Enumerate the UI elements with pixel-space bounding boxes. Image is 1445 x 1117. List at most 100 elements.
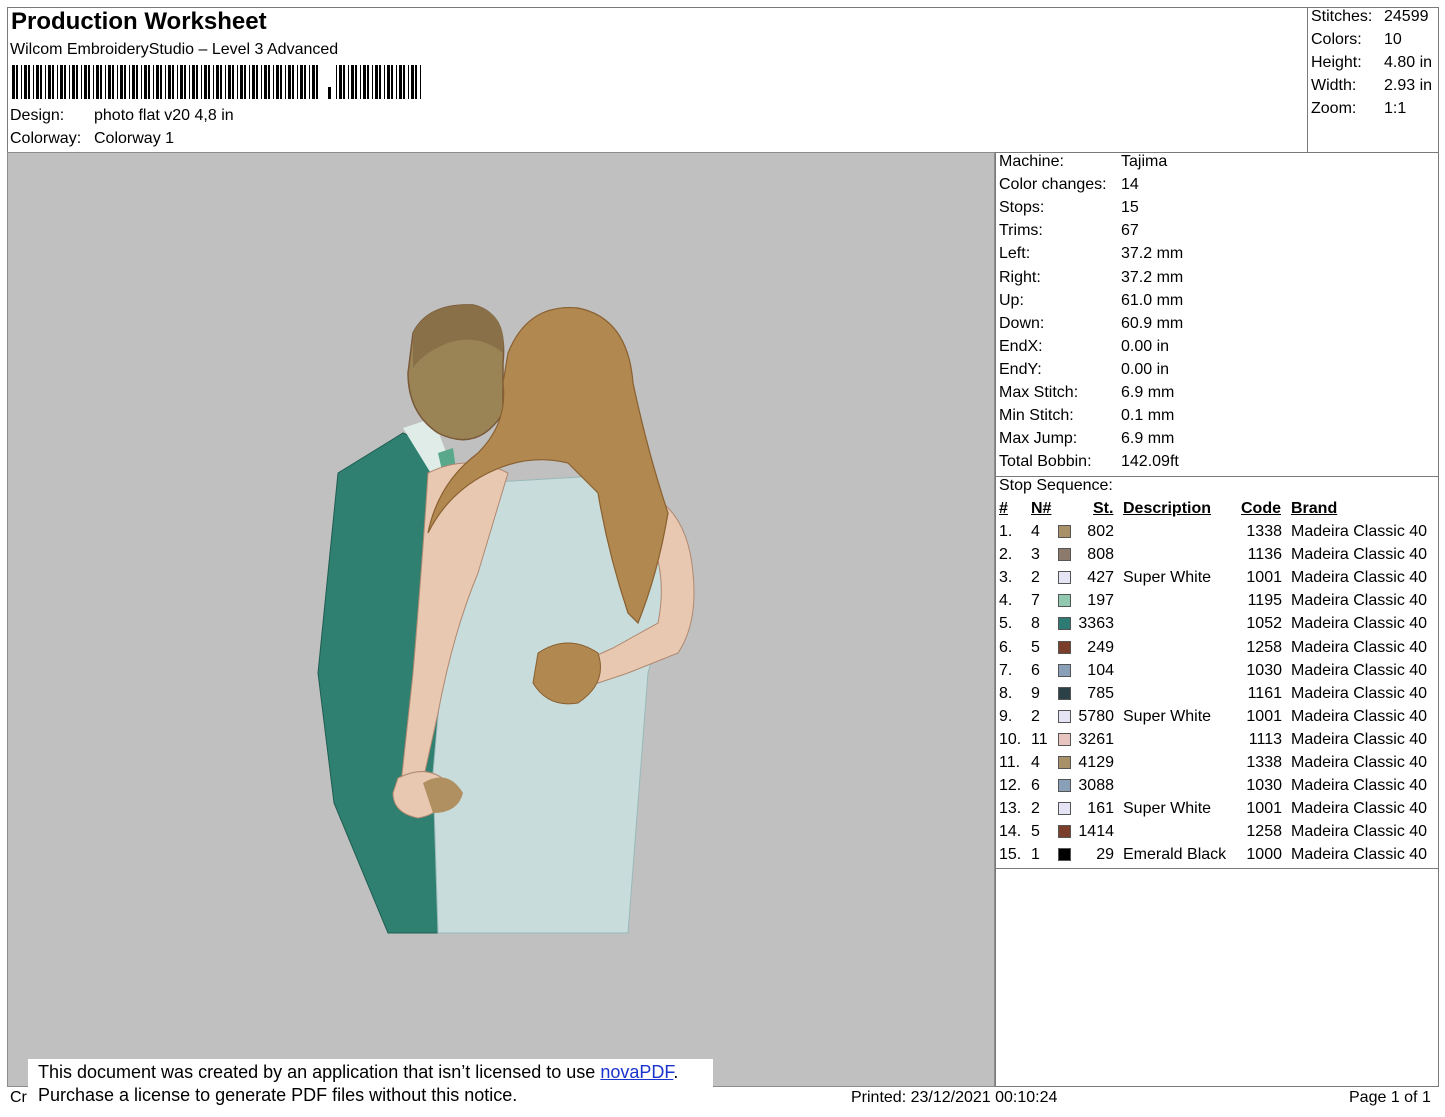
info-row: Down: 60.9 mm [999, 314, 1183, 333]
info-label: Color changes: [999, 176, 1107, 194]
stitch-count: 3088 [1078, 777, 1114, 795]
summary-value: 1:1 [1384, 100, 1407, 117]
row-number: 1. [999, 523, 1013, 540]
row-number: 14. [999, 823, 1022, 841]
needle-number: 8 [1031, 615, 1040, 633]
info-value: 0.00 in [1121, 360, 1170, 378]
thread-code: 1195 [1247, 592, 1282, 610]
info-value: 142.09ft [1121, 453, 1179, 471]
summary-value: 4.80 in [1384, 54, 1433, 71]
row-number: 7. [999, 661, 1013, 679]
info-value: 60.9 mm [1121, 314, 1184, 332]
thread-code: 1001 [1246, 800, 1282, 818]
barcode [12, 65, 421, 99]
thread-color-swatch [1058, 848, 1071, 862]
info-row: Color changes: 14 [999, 176, 1139, 194]
table-row: 5. 8 3363 1052 Madeira Classic 40 [996, 615, 1439, 638]
stitch-count: 5780 [1078, 707, 1114, 725]
footer-left-fragment: Cr [10, 1089, 27, 1106]
stitch-count: 802 [1087, 523, 1114, 540]
info-frame [995, 152, 1439, 477]
info-value: 0.1 mm [1121, 407, 1175, 425]
needle-number: 2 [1031, 569, 1040, 587]
thread-color-swatch [1058, 571, 1071, 585]
stitch-count: 104 [1087, 661, 1114, 679]
colorway-value: Colorway 1 [94, 130, 175, 147]
stitch-count: 3363 [1078, 615, 1114, 633]
thread-brand: Madeira Classic 40 [1291, 730, 1428, 748]
row-number: 11. [999, 754, 1021, 771]
table-row: 4. 7 197 1195 Madeira Classic 40 [996, 592, 1439, 615]
col-header-st: St. [1093, 500, 1114, 517]
thread-brand: Madeira Classic 40 [1291, 638, 1428, 656]
thread-brand: Madeira Classic 40 [1291, 615, 1428, 633]
col-header-n: N# [1031, 500, 1052, 517]
row-number: 13. [999, 800, 1022, 818]
page-number: Page 1 of 1 [1349, 1089, 1431, 1106]
summary-value: 24599 [1384, 8, 1429, 25]
thread-brand: Madeira Classic 40 [1291, 592, 1428, 610]
thread-color-swatch [1058, 779, 1071, 793]
summary-value: 10 [1384, 31, 1402, 48]
info-label: Right: [999, 268, 1041, 286]
summary-label: Width: [1311, 77, 1357, 94]
thread-brand: Madeira Classic 40 [1291, 661, 1428, 679]
stop-sequence-title: Stop Sequence: [999, 477, 1113, 494]
needle-number: 2 [1031, 800, 1040, 818]
embroidery-illustration [317, 304, 695, 934]
col-header-description: Description [1123, 500, 1212, 517]
thread-brand: Madeira Classic 40 [1291, 823, 1428, 841]
thread-color-swatch [1058, 732, 1071, 746]
info-value: 14 [1121, 176, 1139, 194]
stitch-count: 249 [1087, 638, 1114, 656]
info-label: EndY: [999, 360, 1042, 378]
row-number: 9. [999, 707, 1013, 725]
thread-description: Super White [1123, 707, 1212, 725]
thread-code: 1258 [1246, 638, 1282, 656]
novapdf-link[interactable]: novaPDF [600, 1062, 673, 1082]
info-row: Stops: 15 [999, 199, 1139, 217]
stitch-count: 427 [1087, 569, 1114, 587]
thread-color-swatch [1058, 548, 1071, 562]
needle-number: 6 [1031, 777, 1040, 795]
needle-number: 9 [1031, 684, 1040, 702]
thread-brand: Madeira Classic 40 [1291, 754, 1428, 771]
table-row: 1. 4 802 1338 Madeira Classic 40 [996, 523, 1439, 546]
needle-number: 6 [1031, 661, 1040, 679]
row-number: 8. [999, 684, 1013, 702]
info-row: Right: 37.2 mm [999, 268, 1183, 287]
colorway-label: Colorway: [10, 130, 82, 147]
row-number: 10. [999, 730, 1022, 748]
table-row: 10. 11 3261 1113 Madeira Classic 40 [996, 731, 1439, 754]
table-row: 9. 2 5780 Super White 1001 Madeira Classic 40 [996, 708, 1439, 731]
stitch-count: 1414 [1078, 823, 1114, 841]
stitch-count: 3261 [1078, 730, 1114, 748]
thread-code: 1136 [1247, 546, 1282, 564]
thread-code: 1001 [1246, 569, 1282, 587]
thread-description: Emerald Black [1123, 846, 1227, 864]
needle-number: 3 [1031, 546, 1040, 564]
thread-code: 1052 [1246, 615, 1282, 633]
table-row: 7. 6 104 1030 Madeira Classic 40 [996, 662, 1439, 685]
info-row: Up: 61.0 mm [999, 292, 1183, 310]
notice-line-2: Purchase a license to generate PDF files… [38, 1085, 518, 1105]
thread-brand: Madeira Classic 40 [1291, 800, 1428, 818]
info-label: Down: [999, 314, 1045, 332]
thread-color-swatch [1058, 756, 1071, 769]
table-row: 11. 4 4129 1338 Madeira Classic 40 [996, 754, 1439, 777]
thread-code: 1338 [1246, 754, 1282, 771]
needle-number: 4 [1031, 523, 1040, 540]
info-row: Trims: 67 [999, 222, 1139, 240]
thread-brand: Madeira Classic 40 [1291, 569, 1428, 587]
row-number: 3. [999, 569, 1013, 587]
thread-brand: Madeira Classic 40 [1291, 546, 1428, 564]
row-number: 2. [999, 546, 1013, 564]
table-row: 12. 6 3088 1030 Madeira Classic 40 [996, 777, 1439, 800]
thread-color-swatch [1058, 594, 1071, 608]
info-label: Min Stitch: [999, 407, 1074, 425]
info-label: Left: [999, 245, 1031, 263]
col-header-code: Code [1241, 500, 1281, 517]
thread-brand: Madeira Classic 40 [1291, 707, 1428, 725]
info-label: Max Stitch: [999, 384, 1079, 401]
info-row: EndX: 0.00 in [999, 338, 1169, 356]
